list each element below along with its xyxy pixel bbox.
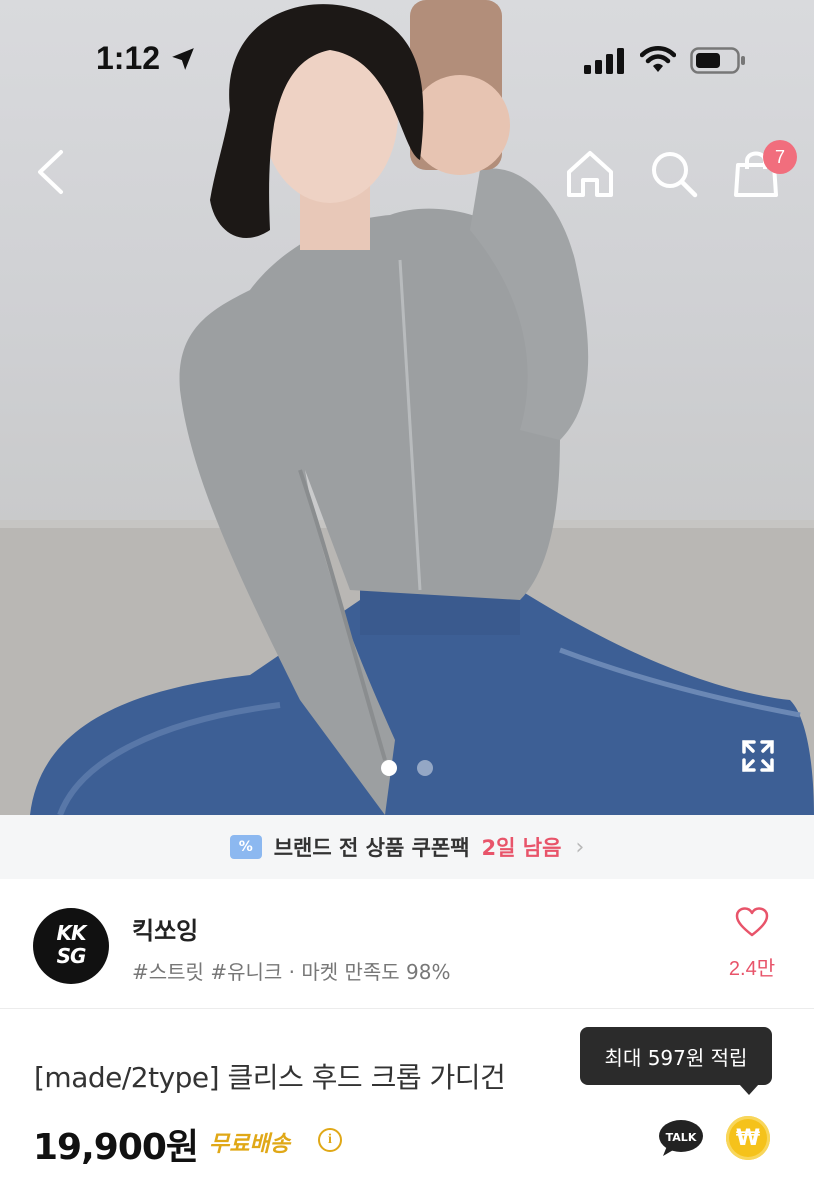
coupon-banner-text: 브랜드 전 상품 쿠폰팩 xyxy=(273,836,470,860)
like-count: 2.4만 xyxy=(728,958,776,980)
search-icon xyxy=(652,152,698,198)
gallery-indicator xyxy=(381,760,433,776)
coupon-days-left: 2일 남음 xyxy=(481,836,562,860)
back-arrow-icon xyxy=(38,150,63,194)
points-tooltip: 최대 597원 적립 xyxy=(580,1027,772,1095)
home-button[interactable] xyxy=(564,148,616,200)
coupon-banner[interactable]: % 브랜드 전 상품 쿠폰팩 2일 남음 › xyxy=(0,815,814,879)
location-arrow-icon xyxy=(172,48,194,70)
product-price: 19,900원 xyxy=(33,1127,199,1168)
search-button[interactable] xyxy=(648,148,700,200)
won-coin-icon[interactable]: ₩ xyxy=(726,1116,770,1160)
product-title: [made/2type] 클리스 후드 크롭 가디건 xyxy=(34,1061,506,1094)
cellular-signal-icon xyxy=(584,48,624,74)
shop-logo[interactable]: KK SG xyxy=(33,908,109,984)
talk-label: TALK xyxy=(666,1131,697,1144)
like-button[interactable] xyxy=(722,907,782,941)
product-photo xyxy=(0,0,814,815)
status-time: 1:12 xyxy=(96,40,161,76)
gallery-dot-1[interactable] xyxy=(381,760,397,776)
cart-count-badge: 7 xyxy=(763,140,797,174)
talk-icon[interactable]: TALK xyxy=(657,1118,705,1158)
chevron-right-icon: › xyxy=(575,834,585,860)
home-icon xyxy=(567,151,613,197)
coupon-icon: % xyxy=(229,835,262,859)
back-button[interactable] xyxy=(28,148,72,196)
shop-tags: #스트릿 #유니크 · 마켓 만족도 98% xyxy=(132,960,451,984)
shop-name[interactable]: 킥쏘잉 xyxy=(132,911,198,946)
wifi-icon xyxy=(640,46,676,72)
status-bar: 1:12 xyxy=(0,38,814,84)
free-shipping-label: 무료배송 xyxy=(209,1132,290,1157)
product-image-gallery[interactable]: 1:12 7 xyxy=(0,0,814,815)
info-icon[interactable]: i xyxy=(318,1128,342,1152)
battery-icon xyxy=(690,47,745,74)
gallery-dot-2[interactable] xyxy=(417,760,433,776)
shop-info-row[interactable]: KK SG 킥쏘잉 #스트릿 #유니크 · 마켓 만족도 98% 2.4만 xyxy=(0,879,814,1009)
heart-icon xyxy=(735,907,769,937)
expand-icon[interactable] xyxy=(736,734,780,778)
